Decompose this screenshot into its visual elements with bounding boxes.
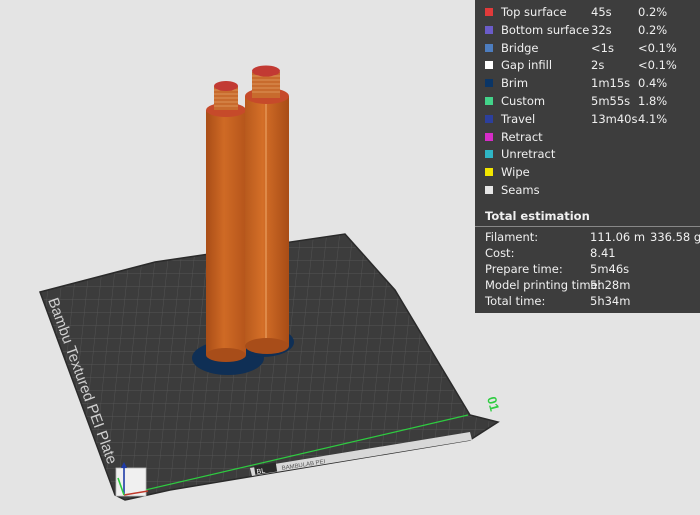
cost-label: Cost: <box>485 246 515 260</box>
legend-percent: 0.2% <box>638 5 668 19</box>
legend-color-swatch <box>485 132 493 141</box>
legend-label: Gap infill <box>501 58 553 73</box>
legend-time: 32s <box>591 22 612 37</box>
filament-row: Filament: 111.06 m 336.58 g <box>475 229 700 245</box>
legend-percent: 1.8% <box>638 94 668 108</box>
legend-label: Brim <box>501 76 529 91</box>
legend-percent: 0.4% <box>638 76 668 91</box>
legend-color-swatch <box>485 61 493 70</box>
legend-time: 45s <box>591 5 612 19</box>
model-printing-time-value: 5h28m <box>590 278 631 292</box>
legend-row: Retract <box>475 129 700 147</box>
legend-label: Unretract <box>501 147 556 162</box>
total-time-value: 5h34m <box>590 294 631 308</box>
legend-color-swatch <box>485 186 493 194</box>
legend-row: Custom 5m55s 1.8% <box>475 93 700 111</box>
legend-percent: <0.1% <box>638 58 677 73</box>
legend-row: Gap infill 2s <0.1% <box>475 57 700 75</box>
total-estimation-title: Total estimation <box>485 209 590 223</box>
legend-color-swatch <box>485 114 493 123</box>
legend-row: Seams <box>475 182 700 200</box>
filament-length: 111.06 m <box>590 230 646 244</box>
print-object-left <box>206 81 246 362</box>
legend-row: Wipe <box>475 164 700 182</box>
legend-row: Brim 1m15s 0.4% <box>475 75 700 93</box>
legend-label: Wipe <box>501 165 530 180</box>
total-time-row: Total time: 5h34m <box>475 293 700 309</box>
legend-row: Top surface 45s 0.2% <box>475 4 700 22</box>
plate-logo: BL <box>256 468 266 476</box>
legend-color-swatch <box>485 25 493 34</box>
prepare-time-row: Prepare time: 5m46s <box>475 261 700 277</box>
total-time-label: Total time: <box>485 294 546 308</box>
legend-label: Bottom surface <box>501 22 590 37</box>
legend-percent: 0.2% <box>638 22 668 37</box>
model-printing-time-row: Model printing time: 5h28m <box>475 277 700 293</box>
cost-value: 8.41 <box>590 246 616 260</box>
legend-row: Bridge <1s <0.1% <box>475 40 700 58</box>
legend-color-swatch <box>485 43 493 52</box>
print-object-right <box>245 65 289 354</box>
divider <box>475 226 700 227</box>
legend-color-swatch <box>485 79 493 88</box>
legend-label: Top surface <box>501 5 567 19</box>
legend-time: <1s <box>591 40 614 55</box>
legend-time: 2s <box>591 58 605 73</box>
legend-color-swatch <box>485 97 493 105</box>
legend-row: Unretract <box>475 146 700 164</box>
legend-percent: 4.1% <box>638 111 668 126</box>
legend-time: 1m15s <box>591 76 631 91</box>
filament-weight: 336.58 g <box>650 230 700 244</box>
legend-label: Bridge <box>501 40 539 55</box>
legend-color-swatch <box>485 8 493 16</box>
plate-number: 01 <box>484 395 502 413</box>
cost-row: Cost: 8.41 <box>475 245 700 261</box>
legend-color-swatch <box>485 168 493 177</box>
legend-color-swatch <box>485 150 493 159</box>
model-printing-time-label: Model printing time: <box>485 278 602 292</box>
slice-statistics-panel: Top surface 45s 0.2% Bottom surface 32s 0.2% B… <box>475 0 700 313</box>
legend-row: Travel 13m40s 4.1% <box>475 111 700 129</box>
prepare-time-value: 5m46s <box>590 262 630 276</box>
legend-row: Bottom surface 32s 0.2% <box>475 22 700 40</box>
prepare-time-label: Prepare time: <box>485 262 563 276</box>
legend-label: Custom <box>501 94 546 108</box>
legend-label: Retract <box>501 129 543 144</box>
legend-label: Travel <box>501 111 536 126</box>
filament-label: Filament: <box>485 230 539 244</box>
legend-time: 13m40s <box>591 111 638 126</box>
legend-label: Seams <box>501 183 540 197</box>
legend-time: 5m55s <box>591 94 631 108</box>
legend-percent: <0.1% <box>638 40 677 55</box>
